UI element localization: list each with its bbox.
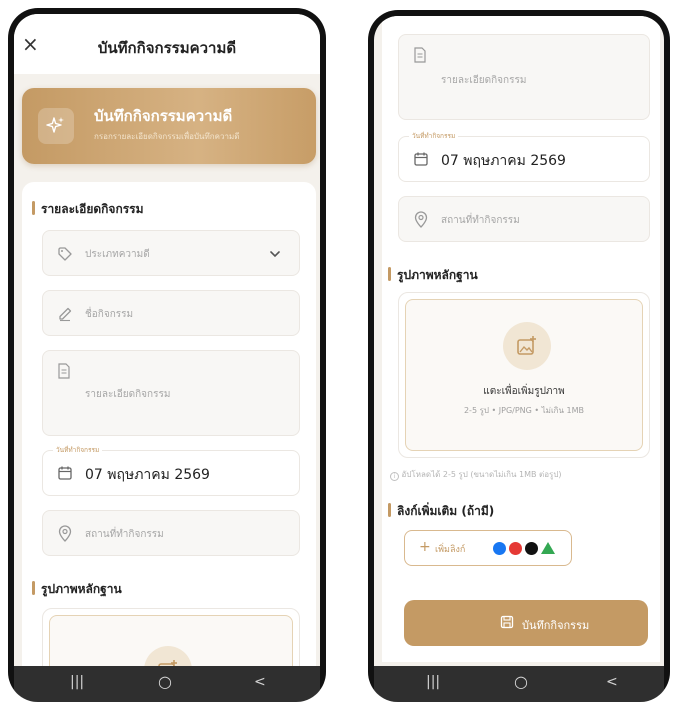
activity-place-placeholder: สถานที่ทำกิจกรรม [441,215,520,226]
screen-right: รายละเอียดกิจกรรม วันที่ทำกิจกรรม 07 พฤษ… [374,16,664,702]
category-placeholder: ประเภทความดี [85,249,150,260]
plus-icon: + [419,539,431,555]
sparkle-icon [38,108,74,144]
activity-details-placeholder: รายละเอียดกิจกรรม [85,389,171,400]
activity-place-input[interactable]: สถานที่ทำกิจกรรม [42,510,300,556]
save-icon [500,615,514,629]
save-activity-label: บันทึกกิจกรรม [522,619,590,632]
document-icon [414,47,426,63]
activity-place-placeholder: สถานที่ทำกิจกรรม [85,529,164,540]
chevron-down-icon [270,251,280,258]
hero-subtitle: กรอกรายละเอียดกิจกรรมเพื่อบันทึกความดี [94,132,240,141]
date-field-label: วันที่ทำกิจกรรม [53,445,103,455]
date-value: 07 พฤษภาคม 2569 [85,467,210,483]
calendar-icon [58,466,72,480]
activity-name-placeholder: ชื่อกิจกรรม [85,309,134,320]
android-navigation-bar: ||| ○ < [14,666,320,702]
tag-icon [58,247,72,261]
page-title: บันทึกกิจกรรมความดี [97,39,237,57]
section-title-details: รายละเอียดกิจกรรม [32,200,144,219]
add-image-icon [503,322,551,370]
info-icon: i [390,472,399,481]
recent-apps-button[interactable]: ||| [426,674,440,690]
activity-place-input[interactable]: สถานที่ทำกิจกรรม [398,196,650,242]
phone-frame-left: × บันทึกกิจกรรมความดี บันทึกกิจกรรมความด… [8,8,326,702]
section-title-evidence: รูปภาพหลักฐาน [32,580,122,599]
upload-title: แตะเพื่อเพิ่มรูปภาพ [483,386,565,397]
upload-note: i อัปโหลดได้ 2-5 รูป (ขนาดไม่เกิน 1MB ต่… [390,468,562,481]
back-button[interactable]: < [606,674,618,690]
activity-details-textarea[interactable]: รายละเอียดกิจกรรม [42,350,300,436]
add-link-label: เพิ่มลิงก์ [435,545,466,555]
form-card: รายละเอียดกิจกรรม ประเภทความดี ชื่อกิจกร… [22,182,316,702]
pencil-icon [59,307,72,322]
hero-banner: บันทึกกิจกรรมความดี กรอกรายละเอียดกิจกรร… [22,88,316,164]
section-title-extra-links: ลิงก์เพิ่มเติม (ถ้ามี) [388,502,494,521]
add-link-button[interactable]: + เพิ่มลิงก์ [404,530,572,566]
document-icon [58,363,70,379]
location-pin-icon [414,211,428,228]
upload-note-text: อัปโหลดได้ 2-5 รูป (ขนาดไม่เกิน 1MB ต่อร… [401,470,562,479]
back-button[interactable]: < [254,674,266,690]
activity-details-textarea[interactable]: รายละเอียดกิจกรรม [398,34,650,120]
form-card-scrolled: รายละเอียดกิจกรรม วันที่ทำกิจกรรม 07 พฤษ… [382,16,660,662]
google-drive-icon [541,542,555,554]
save-activity-button[interactable]: บันทึกกิจกรรม [404,600,648,646]
location-pin-icon [58,525,72,542]
top-app-bar: × บันทึกกิจกรรมความดี [14,14,320,74]
home-button[interactable]: ○ [158,672,172,691]
photo-upload-area[interactable]: แตะเพื่อเพิ่มรูปภาพ 2-5 รูป • JPG/PNG • … [398,292,650,458]
facebook-icon [493,542,506,555]
hero-title: บันทึกกิจกรรมความดี [94,107,233,125]
tiktok-icon [525,542,538,555]
activity-details-placeholder: รายละเอียดกิจกรรม [441,75,527,86]
activity-name-input[interactable]: ชื่อกิจกรรม [42,290,300,336]
recent-apps-button[interactable]: ||| [70,674,84,690]
youtube-icon [509,542,522,555]
phone-frame-right: รายละเอียดกิจกรรม วันที่ทำกิจกรรม 07 พฤษ… [368,10,670,702]
date-field-label: วันที่ทำกิจกรรม [409,131,459,141]
screenshot-stage: × บันทึกกิจกรรมความดี บันทึกกิจกรรมความด… [0,0,675,706]
home-button[interactable]: ○ [514,672,528,691]
photo-upload-dropzone[interactable]: แตะเพื่อเพิ่มรูปภาพ 2-5 รูป • JPG/PNG • … [405,299,643,451]
upload-subtitle: 2-5 รูป • JPG/PNG • ไม่เกิน 1MB [463,406,585,415]
activity-date-field[interactable]: วันที่ทำกิจกรรม 07 พฤษภาคม 2569 [398,131,650,182]
date-value: 07 พฤษภาคม 2569 [441,153,566,169]
section-title-evidence: รูปภาพหลักฐาน [388,266,478,285]
category-select[interactable]: ประเภทความดี [42,230,300,276]
calendar-icon [414,152,428,166]
screen-left: × บันทึกกิจกรรมความดี บันทึกกิจกรรมความด… [14,14,320,702]
android-navigation-bar: ||| ○ < [374,666,664,702]
activity-date-field[interactable]: วันที่ทำกิจกรรม 07 พฤษภาคม 2569 [42,445,300,496]
